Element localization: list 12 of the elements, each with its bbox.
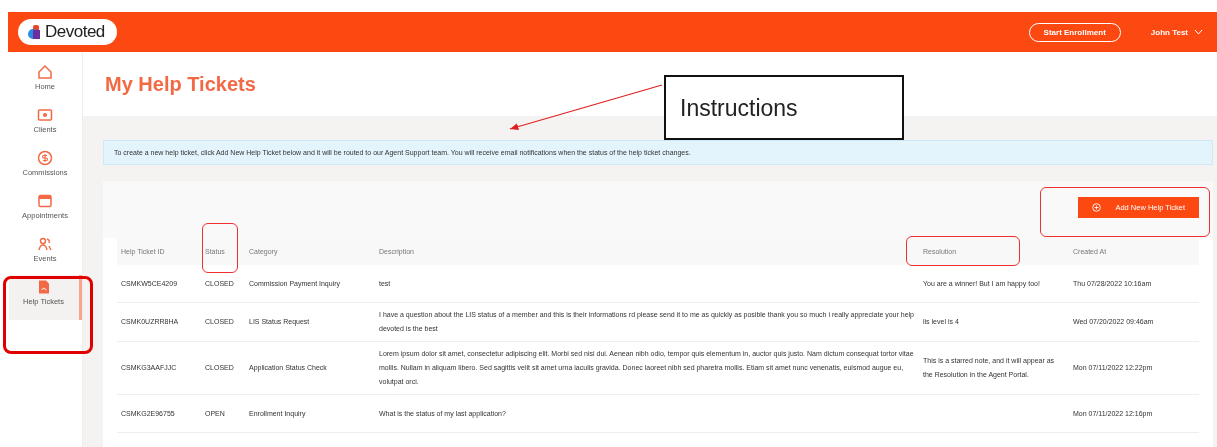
dollar-icon (37, 150, 53, 166)
chevron-down-icon (1194, 29, 1203, 35)
id-card-icon (37, 107, 53, 123)
logo-icon (28, 25, 42, 39)
calendar-icon (37, 193, 53, 209)
highlight-box (202, 223, 238, 273)
plus-circle-icon (1092, 203, 1102, 212)
logo[interactable]: Devoted (18, 19, 117, 45)
callout-box: Instructions (664, 75, 904, 140)
people-icon (37, 236, 53, 252)
page-title: My Help Tickets (105, 72, 256, 96)
house-icon (37, 64, 53, 80)
